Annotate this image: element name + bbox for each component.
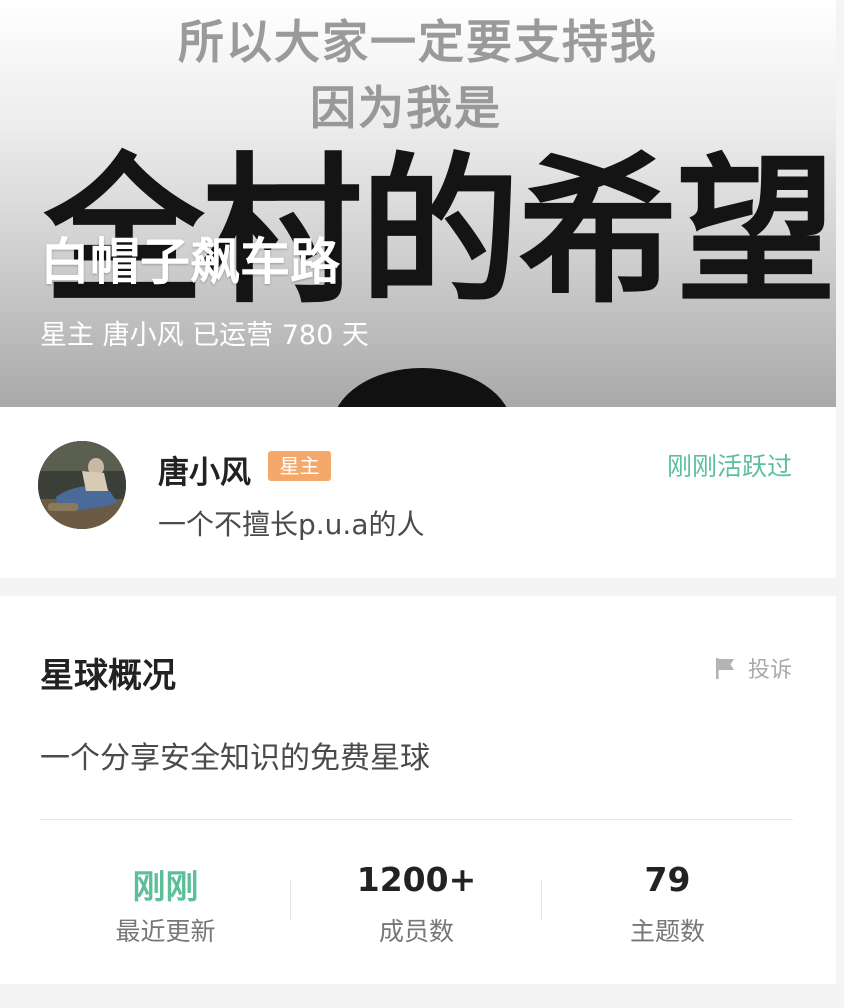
owner-name[interactable]: 唐小风 — [158, 447, 251, 492]
stat-label: 最近更新 — [115, 917, 216, 946]
planet-intro-page: 所以大家一定要支持我 因为我是 全村的希望 白帽子飙车路 星主 唐小风 已运营 … — [0, 0, 836, 1008]
owner-role-badge: 星主 — [268, 451, 331, 481]
owner-card[interactable]: 唐小风 星主 刚刚活跃过 一个不擅长p.u.a的人 — [0, 407, 836, 578]
owner-bio: 一个不擅长p.u.a的人 — [158, 508, 425, 541]
planet-subtitle: 星主 唐小风 已运营 780 天 — [40, 320, 369, 351]
cover-text-line1: 所以大家一定要支持我 — [178, 15, 658, 69]
stat-value: 1200+ — [356, 860, 477, 899]
stat-value: 刚刚 — [132, 867, 199, 906]
stat-topics[interactable]: 79 主题数 — [542, 820, 793, 980]
flag-icon — [715, 658, 734, 679]
planet-description: 一个分享安全知识的免费星球 — [40, 741, 430, 776]
cover-image: 所以大家一定要支持我 因为我是 全村的希望 白帽子飙车路 星主 唐小风 已运营 … — [0, 0, 836, 407]
overview-title: 星球概况 — [40, 656, 176, 696]
report-label[interactable]: 投诉 — [748, 652, 792, 684]
report-button[interactable]: 投诉 — [714, 652, 792, 684]
stat-label: 主题数 — [629, 917, 705, 946]
stats-row: 刚刚 最近更新 1200+ 成员数 79 主题数 — [40, 820, 793, 980]
planet-overview-card: 星球概况 投诉 一个分享安全知识的免费星球 刚刚 最近更新 1200+ 成员数 … — [0, 596, 836, 984]
planet-title: 白帽子飙车路 — [40, 233, 340, 291]
owner-active-status: 刚刚活跃过 — [666, 452, 792, 481]
stat-members[interactable]: 1200+ 成员数 — [291, 820, 542, 980]
cover-text-line2: 因为我是 — [310, 81, 502, 135]
stat-last-update: 刚刚 最近更新 — [40, 820, 291, 980]
avatar-photo-icon — [38, 441, 126, 529]
stat-value: 79 — [644, 860, 691, 899]
cover-figure — [332, 368, 512, 407]
owner-avatar[interactable] — [38, 441, 126, 529]
stat-label: 成员数 — [378, 917, 454, 946]
